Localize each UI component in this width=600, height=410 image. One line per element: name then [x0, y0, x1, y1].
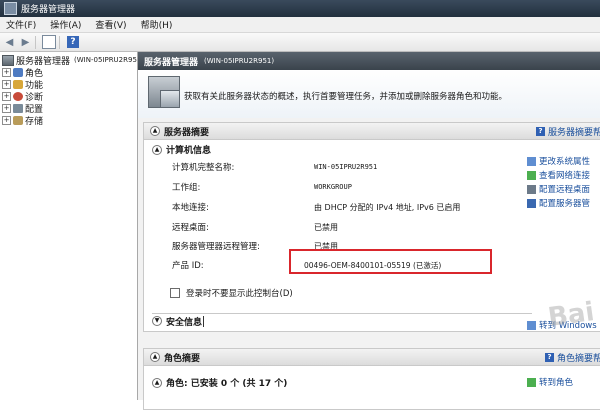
- main-header: 服务器管理器 (WIN-05IPRU2R951): [138, 52, 600, 70]
- console-tree: 服务器管理器 (WIN-05IPRU2R95 + 角色 + 功能 + 诊断 + …: [0, 52, 138, 400]
- server-manager-icon-overlay: [160, 90, 180, 108]
- hide-console-checkbox[interactable]: [170, 288, 180, 298]
- product-id-highlight-box: [289, 249, 492, 274]
- network-icon: [527, 170, 536, 180]
- show-hide-console-tree-icon[interactable]: [42, 35, 56, 49]
- server-summary-card: ▲ 服务器摘要 ? 服务器摘要帮 ▲ 计算机信息 计算机完整名称: WIN-05…: [143, 122, 600, 332]
- tree-item-label: 存储: [25, 116, 44, 127]
- info-label-local-connection: 本地连接:: [172, 203, 209, 213]
- hide-console-label: 登录时不要显示此控制台(D): [186, 289, 293, 299]
- menu-action[interactable]: 操作(A): [44, 18, 89, 31]
- info-value-remote-desktop: 已禁用: [314, 223, 338, 232]
- collapse-icon[interactable]: ▲: [150, 352, 160, 362]
- info-value-full-name: WIN-05IPRU2R951: [314, 163, 378, 171]
- roles-summary-title: 角色摘要: [164, 353, 201, 364]
- server-manager-remote-icon: [527, 198, 536, 208]
- toolbar: ◀ ▶ ?: [0, 33, 600, 52]
- diagnostics-icon: [13, 91, 23, 101]
- computer-info-header[interactable]: ▲ 计算机信息: [152, 143, 211, 156]
- task-configure-server-manager[interactable]: 配置服务器管: [527, 197, 590, 209]
- task-view-network-connections[interactable]: 查看网络连接: [527, 169, 590, 181]
- expand-icon[interactable]: +: [2, 67, 11, 77]
- roles-icon: [13, 67, 23, 77]
- task-label: 配置远程桌面: [539, 185, 591, 195]
- security-info-header[interactable]: ▼ 安全信息: [152, 313, 532, 328]
- system-properties-icon: [527, 156, 536, 166]
- intro-description: 获取有关此服务器状态的概述，执行首要管理任务，并添加或删除服务器角色和功能。: [184, 92, 508, 102]
- toolbar-separator: [35, 35, 36, 49]
- help-icon: ?: [544, 353, 554, 362]
- main-title-suffix: (WIN-05IPRU2R951): [204, 57, 275, 65]
- toolbar-separator: [59, 35, 60, 49]
- menu-bar: 文件(F) 操作(A) 查看(V) 帮助(H): [0, 17, 600, 33]
- server-summary-header[interactable]: ▲ 服务器摘要 ? 服务器摘要帮: [144, 123, 600, 140]
- collapse-icon[interactable]: ▲: [152, 144, 162, 155]
- forward-arrow-icon[interactable]: ▶: [19, 36, 32, 49]
- window-title: 服务器管理器: [21, 5, 76, 15]
- tree-item-features[interactable]: + 功能: [0, 78, 137, 91]
- watermark: Bai: [545, 296, 596, 334]
- help-icon: ?: [535, 127, 545, 136]
- main-title: 服务器管理器: [144, 57, 199, 68]
- server-summary-title: 服务器摘要: [164, 127, 210, 138]
- expand-icon[interactable]: +: [2, 79, 11, 89]
- tree-item-configuration[interactable]: + 配置: [0, 102, 137, 115]
- task-label: 配置服务器管: [539, 199, 591, 209]
- expand-icon[interactable]: ▼: [152, 316, 162, 326]
- info-label-remote-management: 服务器管理器远程管理:: [172, 242, 260, 252]
- server-summary-help-label: 服务器摘要帮: [547, 128, 600, 138]
- collapse-icon[interactable]: ▲: [150, 126, 160, 136]
- security-info-title: 安全信息: [166, 317, 203, 328]
- expand-icon[interactable]: +: [2, 115, 11, 125]
- tree-item-diagnostics[interactable]: + 诊断: [0, 90, 137, 103]
- main-pane: 服务器管理器 (WIN-05IPRU2R951) 获取有关此服务器状态的概述，执…: [138, 52, 600, 410]
- roles-installed-text: 角色: 已安装 0 个 (共 17 个): [166, 379, 288, 389]
- menu-file[interactable]: 文件(F): [0, 18, 44, 31]
- menu-view[interactable]: 查看(V): [89, 18, 134, 31]
- roles-summary-help-link[interactable]: ? 角色摘要帮: [544, 351, 600, 364]
- info-label-full-name: 计算机完整名称:: [172, 163, 235, 173]
- roles-icon: [527, 377, 536, 387]
- roles-summary-card: ▲ 角色摘要 ? 角色摘要帮 ▲ 角色: 已安装 0 个 (共 17 个) 转到…: [143, 348, 600, 410]
- configuration-icon: [13, 103, 23, 113]
- task-change-system-properties[interactable]: 更改系统属性: [527, 155, 590, 167]
- roles-summary-header[interactable]: ▲ 角色摘要 ? 角色摘要帮: [144, 349, 600, 366]
- info-label-workgroup: 工作组:: [172, 183, 201, 193]
- info-value-local-connection[interactable]: 由 DHCP 分配的 IPv4 地址, IPv6 已启用: [314, 202, 460, 213]
- computer-info-title: 计算机信息: [166, 146, 212, 156]
- expand-icon[interactable]: +: [2, 91, 11, 101]
- windows-update-icon: [527, 320, 536, 330]
- divider: [203, 315, 205, 327]
- roles-installed-header[interactable]: ▲ 角色: 已安装 0 个 (共 17 个): [152, 376, 287, 389]
- back-arrow-icon[interactable]: ◀: [3, 36, 16, 49]
- roles-summary-help-label: 角色摘要帮: [556, 354, 600, 364]
- remote-desktop-icon: [527, 184, 536, 194]
- help-icon[interactable]: ?: [67, 36, 79, 48]
- app-icon: [4, 2, 17, 15]
- menu-help[interactable]: 帮助(H): [135, 18, 181, 31]
- collapse-icon[interactable]: ▲: [152, 377, 162, 388]
- server-summary-help-link[interactable]: ? 服务器摘要帮: [535, 125, 600, 138]
- task-configure-remote-desktop[interactable]: 配置远程桌面: [527, 183, 590, 195]
- task-label: 查看网络连接: [539, 171, 591, 181]
- task-go-to-roles[interactable]: 转到角色: [527, 376, 573, 388]
- server-icon: [2, 54, 14, 66]
- tree-item-storage[interactable]: + 存储: [0, 114, 137, 127]
- tree-root-server-manager[interactable]: 服务器管理器 (WIN-05IPRU2R95: [0, 54, 137, 67]
- task-label: 更改系统属性: [539, 157, 591, 167]
- hide-console-at-logon-row[interactable]: 登录时不要显示此控制台(D): [170, 287, 293, 299]
- info-value-workgroup: WORKGROUP: [314, 183, 352, 191]
- intro-banner: 获取有关此服务器状态的概述，执行首要管理任务，并添加或删除服务器角色和功能。: [138, 70, 600, 118]
- tree-root-suffix: (WIN-05IPRU2R95: [74, 56, 137, 64]
- task-label: 转到角色: [539, 378, 574, 388]
- info-label-product-id: 产品 ID:: [172, 261, 204, 271]
- features-icon: [13, 79, 23, 89]
- expand-icon[interactable]: +: [2, 103, 11, 113]
- title-bar: 服务器管理器: [0, 0, 600, 17]
- tree-item-roles[interactable]: + 角色: [0, 66, 137, 79]
- info-label-remote-desktop: 远程桌面:: [172, 223, 209, 233]
- storage-icon: [13, 115, 23, 125]
